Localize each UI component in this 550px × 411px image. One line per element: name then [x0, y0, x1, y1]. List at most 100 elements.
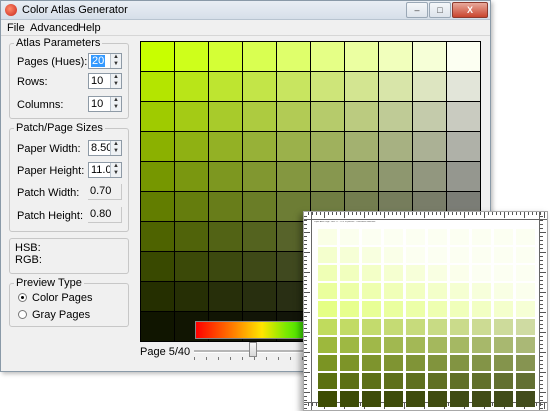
color-patch[interactable] — [311, 132, 344, 161]
spin-up-icon[interactable]: ▲ — [111, 97, 121, 104]
color-pages-label[interactable]: Color Pages — [32, 292, 93, 304]
spin-down-icon[interactable]: ▼ — [111, 148, 121, 155]
color-patch[interactable] — [345, 162, 378, 191]
color-patch[interactable] — [175, 72, 208, 101]
color-patch[interactable] — [277, 162, 310, 191]
color-patch[interactable] — [345, 72, 378, 101]
color-patch[interactable] — [175, 42, 208, 71]
columns-spin-arrows[interactable]: ▲ ▼ — [110, 97, 121, 111]
color-patch[interactable] — [311, 72, 344, 101]
pages-spinner[interactable]: 20 ▲ ▼ — [88, 53, 122, 69]
color-patch[interactable] — [141, 252, 174, 281]
color-patch[interactable] — [413, 102, 446, 131]
paper-width-spinner[interactable]: 8.50 ▲ ▼ — [88, 140, 122, 156]
columns-value[interactable]: 10 — [91, 98, 103, 110]
color-patch[interactable] — [243, 222, 276, 251]
color-pages-radio[interactable] — [18, 293, 27, 302]
color-patch[interactable] — [277, 72, 310, 101]
color-patch[interactable] — [447, 132, 480, 161]
spin-up-icon[interactable]: ▲ — [111, 163, 121, 170]
color-patch[interactable] — [141, 312, 174, 341]
rows-spin-arrows[interactable]: ▲ ▼ — [110, 74, 121, 88]
color-patch[interactable] — [175, 282, 208, 311]
color-patch[interactable] — [379, 102, 412, 131]
color-patch[interactable] — [311, 162, 344, 191]
color-patch[interactable] — [413, 42, 446, 71]
color-patch[interactable] — [141, 282, 174, 311]
color-patch[interactable] — [175, 102, 208, 131]
color-patch[interactable] — [243, 132, 276, 161]
color-patch[interactable] — [209, 222, 242, 251]
color-patch[interactable] — [141, 132, 174, 161]
color-patch[interactable] — [209, 72, 242, 101]
color-patch[interactable] — [141, 222, 174, 251]
paper-height-spin-arrows[interactable]: ▲ ▼ — [110, 163, 121, 177]
close-button[interactable]: X — [452, 2, 488, 18]
color-patch[interactable] — [379, 42, 412, 71]
color-patch[interactable] — [447, 162, 480, 191]
color-patch[interactable] — [243, 42, 276, 71]
color-patch[interactable] — [243, 102, 276, 131]
color-patch[interactable] — [209, 102, 242, 131]
paper-height-spinner[interactable]: 11.00 ▲ ▼ — [88, 162, 122, 178]
color-patch[interactable] — [413, 132, 446, 161]
color-patch[interactable] — [447, 72, 480, 101]
rows-value[interactable]: 10 — [91, 75, 103, 87]
spin-down-icon[interactable]: ▼ — [111, 170, 121, 177]
color-patch[interactable] — [141, 192, 174, 221]
color-patch[interactable] — [243, 252, 276, 281]
color-patch[interactable] — [345, 132, 378, 161]
color-patch[interactable] — [379, 132, 412, 161]
color-patch[interactable] — [141, 42, 174, 71]
color-patch[interactable] — [277, 132, 310, 161]
color-patch[interactable] — [379, 162, 412, 191]
columns-spinner[interactable]: 10 ▲ ▼ — [88, 96, 122, 112]
color-patch[interactable] — [379, 72, 412, 101]
color-patch[interactable] — [345, 102, 378, 131]
menu-help[interactable]: Help — [78, 22, 101, 34]
menu-advanced[interactable]: Advanced — [30, 22, 79, 34]
color-patch[interactable] — [447, 102, 480, 131]
color-patch[interactable] — [413, 162, 446, 191]
spin-down-icon[interactable]: ▼ — [111, 61, 121, 68]
color-patch[interactable] — [141, 162, 174, 191]
color-patch[interactable] — [175, 162, 208, 191]
color-patch[interactable] — [209, 162, 242, 191]
color-patch[interactable] — [175, 252, 208, 281]
color-patch[interactable] — [413, 72, 446, 101]
maximize-button[interactable]: □ — [429, 2, 451, 18]
color-patch[interactable] — [243, 192, 276, 221]
color-patch[interactable] — [277, 102, 310, 131]
gray-pages-label[interactable]: Gray Pages — [32, 309, 90, 321]
title-bar[interactable]: Color Atlas Generator – □ X — [1, 1, 490, 20]
color-patch[interactable] — [243, 162, 276, 191]
spin-down-icon[interactable]: ▼ — [111, 81, 121, 88]
color-patch[interactable] — [209, 282, 242, 311]
color-patch[interactable] — [447, 42, 480, 71]
color-patch[interactable] — [209, 252, 242, 281]
color-patch[interactable] — [243, 282, 276, 311]
color-patch[interactable] — [311, 42, 344, 71]
spin-down-icon[interactable]: ▼ — [111, 104, 121, 111]
spin-up-icon[interactable]: ▲ — [111, 54, 121, 61]
pages-value[interactable]: 20 — [91, 55, 106, 67]
color-patch[interactable] — [209, 192, 242, 221]
spin-up-icon[interactable]: ▲ — [111, 74, 121, 81]
color-patch[interactable] — [209, 42, 242, 71]
color-patch[interactable] — [277, 42, 310, 71]
rows-spinner[interactable]: 10 ▲ ▼ — [88, 73, 122, 89]
color-patch[interactable] — [345, 42, 378, 71]
minimize-button[interactable]: – — [406, 2, 428, 18]
color-patch[interactable] — [175, 192, 208, 221]
color-patch[interactable] — [209, 132, 242, 161]
gray-pages-radio[interactable] — [18, 310, 27, 319]
page-slider-thumb[interactable] — [249, 342, 257, 357]
paper-width-spin-arrows[interactable]: ▲ ▼ — [110, 141, 121, 155]
color-patch[interactable] — [141, 102, 174, 131]
color-patch[interactable] — [311, 102, 344, 131]
color-patch[interactable] — [175, 222, 208, 251]
color-patch[interactable] — [175, 132, 208, 161]
color-patch[interactable] — [141, 72, 174, 101]
pages-spin-arrows[interactable]: ▲ ▼ — [110, 54, 121, 68]
spin-up-icon[interactable]: ▲ — [111, 141, 121, 148]
